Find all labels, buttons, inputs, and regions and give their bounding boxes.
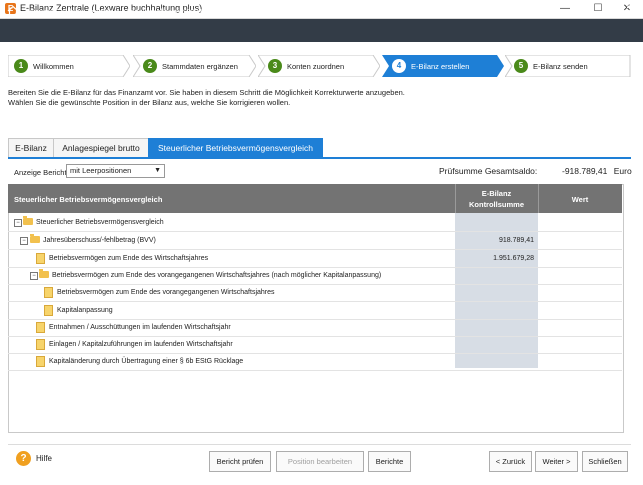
table-row[interactable]: − Jahresüberschuss/-fehlbetrag (BVV) 918… [8,232,622,250]
column-header-wert: Wert [571,195,589,204]
row-label: Betriebsvermögen zum Ende des vorangegan… [57,289,275,296]
step-stammdaten[interactable]: 2 Stammdaten ergänzen [133,55,256,77]
step-label: E-Bilanz erstellen [411,62,470,71]
row-label: Entnahmen / Ausschüttungen im laufenden … [49,324,231,331]
column-header-kontroll-line-1: E-Bilanz [481,189,512,198]
row-label: Steuerlicher Betriebsvermögensvergleich [36,219,164,226]
checksum-label: Prüfsumme Gesamtsaldo: [439,166,538,176]
step-number: 5 [514,59,528,73]
intro-line-2: Wählen Sie die gewünschte Position in de… [8,98,291,107]
folder-icon [23,216,33,225]
tab-anlagespiegel[interactable]: Anlagespiegel brutto [53,138,149,158]
help-question-icon[interactable] [626,5,635,18]
collapse-toggle-icon[interactable]: − [30,272,38,280]
step-label: Willkommen [33,62,74,71]
intro-line-1: Bereiten Sie die E-Bilanz für das Finanz… [8,88,405,97]
folder-icon [39,269,49,278]
table-header: Steuerlicher Betriebsvermögensvergleich … [8,184,622,213]
table-row[interactable]: Einlagen / Kapitalzuführungen im laufend… [8,336,622,354]
document-icon [36,339,45,350]
table-row[interactable]: − Betriebsvermögen zum Ende des vorangeg… [8,267,622,285]
row-label: Jahresüberschuss/-fehlbetrag (BVV) [43,237,156,244]
column-header-kontroll-line-2: Kontrollsumme [468,200,524,209]
column-header-kontrollsumme: E-Bilanz Kontrollsumme [455,189,538,209]
document-icon [44,305,53,316]
bericht-pruefen-button[interactable]: Bericht prüfen [209,451,271,472]
table-row[interactable]: Kapitaländerung durch Übertragung einer … [8,353,622,371]
next-button[interactable]: Weiter > [535,451,578,472]
help-icon[interactable]: ? [16,451,31,466]
step-label: Stammdaten ergänzen [162,62,238,71]
step-number: 4 [392,59,406,73]
intro-text: Bereiten Sie die E-Bilanz für das Finanz… [8,88,628,108]
table-row[interactable]: Entnahmen / Ausschüttungen im laufenden … [8,319,622,337]
table-row[interactable]: Betriebsvermögen zum Ende des vorangegan… [8,284,622,302]
row-label: Kapitalanpassung [57,307,113,314]
collapse-toggle-icon[interactable]: − [20,237,28,245]
breadcrumb[interactable]: Lexware E-Bilanz Zentrale < Kapitalgesel… [25,7,209,16]
row-kontrollsumme: 918.789,41 [498,237,534,244]
column-header-name: Steuerlicher Betriebsvermögensvergleich [14,195,163,204]
step-number: 1 [14,59,28,73]
row-label: Einlagen / Kapitalzuführungen im laufend… [49,341,233,348]
step-label: E-Bilanz senden [533,62,588,71]
checksum-amount: -918.789,41 [562,166,608,176]
report-select-label: Anzeige Bericht: [14,168,69,177]
home-icon[interactable] [7,5,19,17]
row-label: Kapitaländerung durch Übertragung einer … [49,358,244,365]
report-select-value: mit Leerpositionen [70,166,132,175]
row-kontrollsumme: 1.951.679,28 [493,255,534,262]
checksum-unit: Euro [613,166,632,176]
tab-betriebsvermoegensvergleich[interactable]: Steuerlicher Betriebsvermögensvergleich [148,138,323,158]
row-label: Betriebsvermögen zum Ende des Wirtschaft… [49,255,209,262]
row-label: Betriebsvermögen zum Ende des vorangegan… [52,272,382,279]
document-icon [36,356,45,367]
step-e-bilanz-erstellen[interactable]: 4 E-Bilanz erstellen [382,55,504,77]
close-wizard-button[interactable]: Schließen [582,451,628,472]
help-link[interactable]: Hilfe [36,454,52,463]
step-label: Konten zuordnen [287,62,345,71]
tab-bar: E-Bilanz Anlagespiegel brutto Steuerlich… [8,138,631,158]
checksum-value: -918.789,41 Euro [562,166,632,176]
table-row[interactable]: − Steuerlicher Betriebsvermögensvergleic… [8,214,622,232]
chevron-down-icon: ▼ [154,167,161,174]
berichte-button[interactable]: Berichte [368,451,411,472]
tab-e-bilanz[interactable]: E-Bilanz [8,138,54,158]
back-button[interactable]: < Zurück [489,451,532,472]
nav-bar [0,19,643,42]
document-icon [36,253,45,264]
table-row[interactable]: Betriebsvermögen zum Ende des Wirtschaft… [8,250,622,268]
maximize-button[interactable]: ☐ [585,1,611,17]
export-icon[interactable] [610,5,620,19]
position-bearbeiten-button[interactable]: Position bearbeiten [276,451,364,472]
step-willkommen[interactable]: 1 Willkommen [8,55,130,77]
tab-underline [8,157,631,159]
table-row[interactable]: Kapitalanpassung [8,302,622,320]
step-konten[interactable]: 3 Konten zuordnen [258,55,380,77]
report-select[interactable]: mit Leerpositionen ▼ [66,164,165,178]
document-icon [36,322,45,333]
minimize-button[interactable]: — [552,1,578,17]
step-e-bilanz-senden[interactable]: 5 E-Bilanz senden [505,55,631,77]
step-number: 2 [143,59,157,73]
folder-icon [30,234,40,243]
document-icon [44,287,53,298]
collapse-toggle-icon[interactable]: − [14,219,22,227]
step-number: 3 [268,59,282,73]
